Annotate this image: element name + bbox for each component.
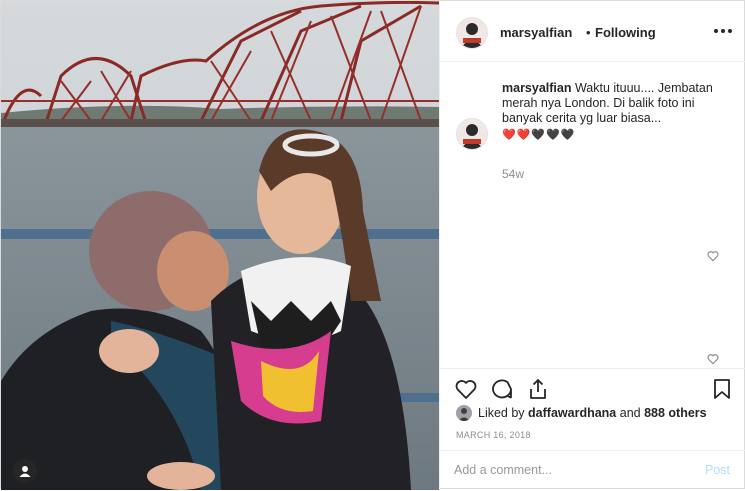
follow-status[interactable]: Following: [595, 25, 656, 40]
post-date[interactable]: MARCH 16, 2018: [456, 430, 531, 440]
post-modal: marsyalfian • Following marsyalfian Wakt…: [0, 0, 745, 490]
liked-by-user[interactable]: daffawardhana: [528, 406, 616, 420]
comment-like-icon[interactable]: [706, 352, 720, 366]
liked-by-and: and: [619, 406, 641, 420]
post-side-panel: marsyalfian • Following marsyalfian Wakt…: [439, 1, 745, 490]
post-photo[interactable]: [1, 1, 439, 490]
share-icon[interactable]: [526, 377, 550, 401]
post-header: marsyalfian • Following: [440, 1, 745, 62]
liked-by-prefix: Liked by: [478, 406, 525, 420]
post-button[interactable]: Post: [705, 463, 730, 477]
more-options-icon[interactable]: [710, 21, 736, 41]
liked-by-others[interactable]: 888 others: [644, 406, 707, 420]
liker-avatar[interactable]: [456, 405, 472, 421]
caption-username[interactable]: marsyalfian: [502, 81, 571, 95]
comments-area: marsyalfian Waktu ituuu.... Jembatan mer…: [440, 62, 745, 368]
liked-by-row: Liked by daffawardhana and 888 others: [456, 405, 707, 421]
bookmark-icon[interactable]: [710, 377, 734, 401]
comment-box: Post: [440, 450, 745, 491]
caption-emojis: ❤️❤️🖤🖤🖤: [502, 129, 576, 141]
caption-time-ago: 54w: [502, 167, 525, 181]
comment-icon[interactable]: [490, 377, 514, 401]
post-caption: marsyalfian Waktu ituuu.... Jembatan mer…: [502, 81, 722, 143]
action-bar: [440, 368, 745, 409]
avatar[interactable]: [456, 17, 488, 49]
heart-icon[interactable]: [454, 377, 478, 401]
user-tag-icon[interactable]: [13, 459, 37, 483]
caption-like-icon[interactable]: [706, 249, 720, 263]
header-username[interactable]: marsyalfian: [500, 25, 572, 40]
comment-input[interactable]: [454, 463, 674, 477]
header-separator: •: [586, 25, 591, 40]
photo-image: [1, 1, 439, 490]
caption-avatar[interactable]: [456, 118, 488, 150]
